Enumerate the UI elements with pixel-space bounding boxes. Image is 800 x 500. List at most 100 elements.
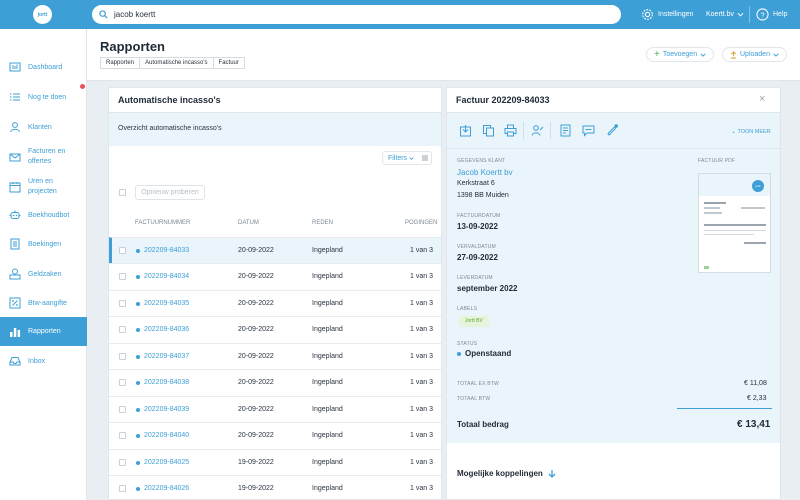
status-dot: [136, 302, 140, 306]
invoice-number-link[interactable]: 202209-84025: [144, 459, 189, 466]
row-reason: Ingepland: [312, 353, 343, 360]
page-title: Rapporten: [100, 39, 165, 54]
possible-links-toggle[interactable]: Mogelijke koppelingen: [457, 469, 556, 478]
comment-icon[interactable]: [582, 124, 595, 137]
sidebar-item-bookings[interactable]: Boekingen: [0, 230, 87, 258]
column-header-attempts: POGINGEN: [405, 220, 438, 226]
dashboard-icon: [9, 62, 21, 72]
row-date: 20-09-2022: [238, 326, 274, 333]
invoice-number-link[interactable]: 202209-84037: [144, 353, 189, 360]
invoice-number-link[interactable]: 202209-84026: [144, 485, 189, 492]
total-amount-value: € 13,41: [737, 419, 771, 430]
invoice-number-link[interactable]: 202209-84034: [144, 273, 189, 280]
sidebar-item-inbox[interactable]: Inbox: [0, 347, 87, 375]
sidebar-item-invoices[interactable]: Facturen en offertes: [0, 143, 87, 171]
row-checkbox[interactable]: [119, 459, 126, 466]
gear-icon: [642, 9, 653, 20]
row-checkbox[interactable]: [119, 273, 126, 280]
filters-button[interactable]: Filters: [382, 151, 432, 165]
invoice-number-link[interactable]: 202209-84038: [144, 379, 189, 386]
help-button[interactable]: ? Help: [756, 0, 787, 29]
row-date: 20-09-2022: [238, 247, 274, 254]
label-tag[interactable]: Jortt BV: [459, 316, 489, 327]
invoice-number-link[interactable]: 202209-84040: [144, 432, 189, 439]
row-attempts: 1 van 3: [410, 459, 433, 466]
notification-badge: [80, 84, 85, 89]
sidebar-item-money[interactable]: Geldzaken: [0, 260, 87, 288]
customer-name-link[interactable]: Jacob Koertt bv: [457, 168, 513, 177]
breadcrumb-item[interactable]: Factuur: [212, 57, 245, 69]
breadcrumb-item[interactable]: Automatische incasso's: [139, 57, 214, 69]
panel-title: Automatische incasso's: [118, 95, 221, 105]
invoice-number-link[interactable]: 202209-84036: [144, 326, 189, 333]
status-dot: [136, 328, 140, 332]
notes-icon[interactable]: [559, 124, 572, 137]
bookings-icon: [10, 238, 20, 250]
sidebar-item-label: Inbox: [28, 357, 46, 365]
chevron-down-icon: [737, 12, 744, 17]
attachment-icon[interactable]: [605, 124, 618, 137]
table-row[interactable]: 202209-84036 20-09-2022 Ingepland 1 van …: [109, 316, 441, 342]
table-row[interactable]: 202209-84040 20-09-2022 Ingepland 1 van …: [109, 422, 441, 448]
invoice-number-link[interactable]: 202209-84035: [144, 300, 189, 307]
user-edit-icon[interactable]: [531, 124, 544, 137]
sidebar-item-boekhoudbot[interactable]: Boekhoudbot: [0, 201, 87, 229]
row-checkbox[interactable]: [119, 353, 126, 360]
pdf-text-line: [704, 224, 766, 226]
row-date: 20-09-2022: [238, 300, 274, 307]
table-row[interactable]: 202209-84037 20-09-2022 Ingepland 1 van …: [109, 343, 441, 369]
row-reason: Ingepland: [312, 406, 343, 413]
sidebar-item-dashboard[interactable]: Dashboard: [0, 53, 87, 81]
breadcrumb-item[interactable]: Rapporten: [100, 57, 141, 69]
row-checkbox[interactable]: [119, 326, 126, 333]
sidebar-item-todo[interactable]: Nog te doen: [0, 83, 87, 111]
add-button[interactable]: + Toevoegen: [646, 47, 715, 62]
sidebar-item-reports[interactable]: Rapporten: [0, 317, 87, 346]
copy-icon[interactable]: [482, 124, 495, 137]
invoice-number-link[interactable]: 202209-84033: [144, 247, 189, 254]
total-ex-vat-value: € 11,08: [744, 380, 767, 387]
invoice-number-link[interactable]: 202209-84039: [144, 406, 189, 413]
account-menu[interactable]: Koertt.bv: [706, 0, 744, 29]
row-checkbox[interactable]: [119, 432, 126, 439]
settings-button[interactable]: Instellingen: [641, 0, 693, 29]
retry-button[interactable]: Opnieuw proberen: [135, 185, 205, 200]
search-input[interactable]: [114, 10, 594, 19]
table-row[interactable]: 202209-84026 19-09-2022 Ingepland 1 van …: [109, 475, 441, 500]
top-bar: jortt Instellingen Koertt.bv ? Help: [0, 0, 800, 29]
row-checkbox[interactable]: [119, 247, 126, 254]
sidebar-item-label: Nog te doen: [28, 93, 67, 101]
chevron-down-icon: [773, 53, 779, 57]
sidebar-item-label: Boekingen: [28, 240, 62, 248]
table-row[interactable]: 202209-84025 19-09-2022 Ingepland 1 van …: [109, 449, 441, 475]
search-box[interactable]: [92, 5, 621, 24]
table-row[interactable]: 202209-84034 20-09-2022 Ingepland 1 van …: [109, 263, 441, 289]
row-checkbox[interactable]: [119, 300, 126, 307]
close-icon[interactable]: ×: [759, 93, 765, 105]
toolbar-divider: [523, 122, 524, 139]
table-row[interactable]: 202209-84035 20-09-2022 Ingepland 1 van …: [109, 290, 441, 316]
scrollbar-track[interactable]: [796, 87, 800, 500]
sidebar-item-hours[interactable]: Uren en projecten: [0, 173, 87, 201]
sidebar-item-vat[interactable]: Btw-aangifte: [0, 289, 87, 317]
help-icon: ?: [756, 8, 769, 21]
row-reason: Ingepland: [312, 300, 343, 307]
row-checkbox[interactable]: [119, 485, 126, 492]
invoice-pdf-thumbnail[interactable]: jortt: [698, 173, 771, 273]
row-checkbox[interactable]: [119, 379, 126, 386]
robot-icon: [9, 210, 21, 219]
chevron-down-icon: [700, 53, 706, 57]
invoice-toolbar: ⌄ TOON MEER: [447, 112, 780, 148]
show-more-link[interactable]: ⌄ TOON MEER: [731, 128, 771, 135]
select-all-checkbox[interactable]: [119, 189, 126, 196]
download-icon[interactable]: [459, 124, 472, 137]
sidebar-item-customers[interactable]: Klanten: [0, 113, 87, 141]
upload-button[interactable]: Uploaden: [722, 47, 787, 62]
print-icon[interactable]: [504, 124, 517, 137]
row-checkbox[interactable]: [119, 406, 126, 413]
table-row[interactable]: 202209-84039 20-09-2022 Ingepland 1 van …: [109, 396, 441, 422]
table-row[interactable]: 202209-84038 20-09-2022 Ingepland 1 van …: [109, 369, 441, 395]
table-row[interactable]: 202209-84033 20-09-2022 Ingepland 1 van …: [109, 237, 441, 263]
app-logo[interactable]: jortt: [33, 5, 52, 24]
row-date: 19-09-2022: [238, 459, 274, 466]
